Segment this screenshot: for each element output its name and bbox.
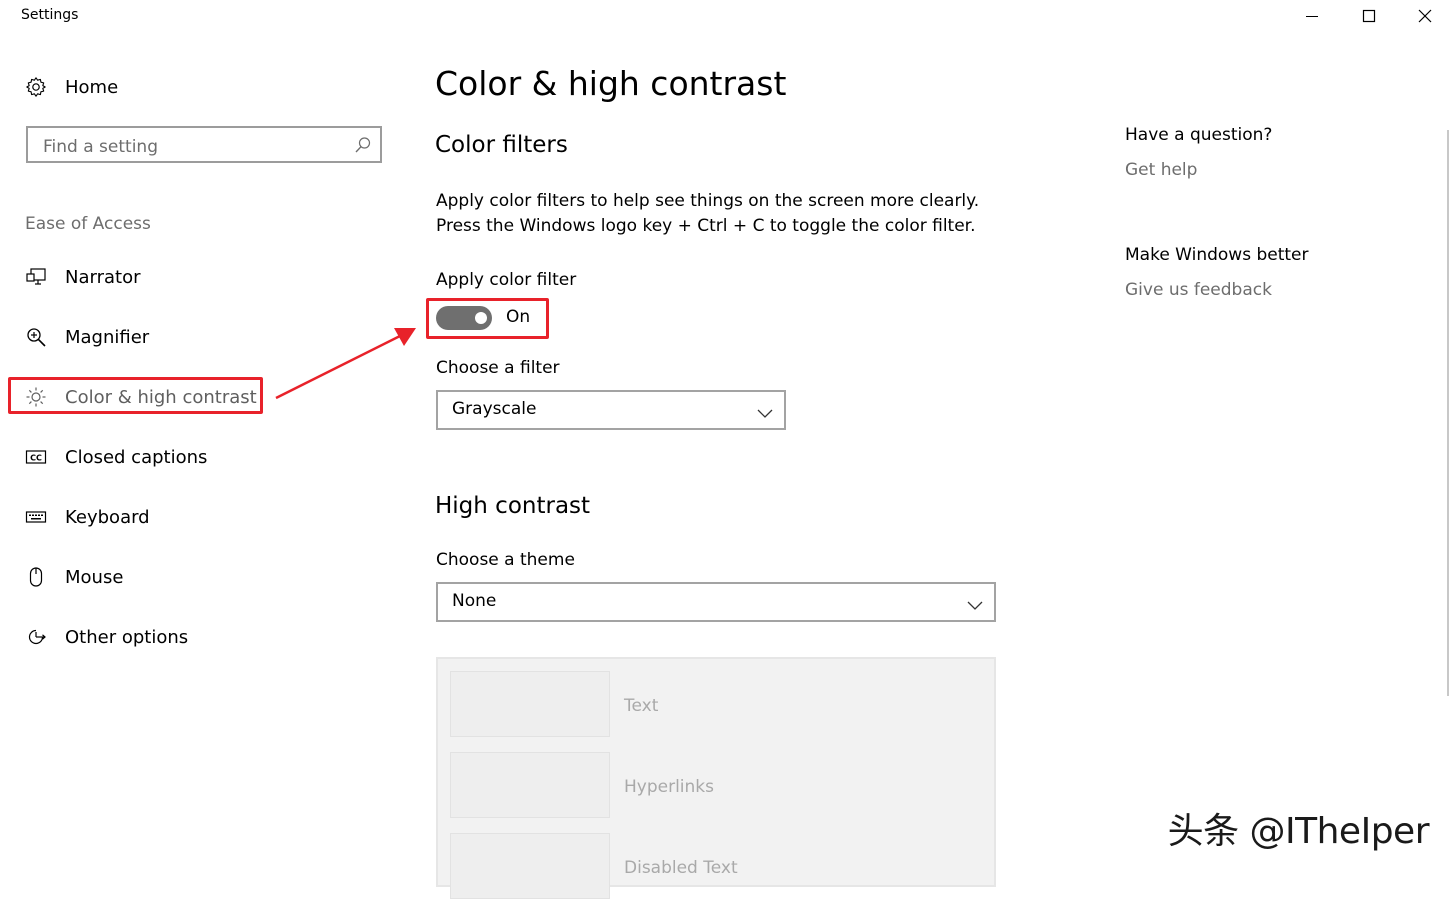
sidebar-item-magnifier[interactable]: Magnifier [24, 322, 149, 352]
page-title: Color & high contrast [435, 64, 787, 103]
annotation-arrow [275, 328, 416, 400]
theme-dropdown[interactable]: None [436, 582, 996, 622]
sidebar-item-mouse[interactable]: Mouse [24, 562, 123, 592]
chevron-down-icon [966, 596, 984, 615]
choose-filter-label: Choose a filter [436, 358, 560, 378]
get-help-link[interactable]: Get help [1125, 160, 1197, 180]
section-label-ease-of-access: Ease of Access [25, 214, 151, 234]
hyperlinks-color-swatch [450, 752, 610, 818]
feedback-heading: Make Windows better [1125, 245, 1309, 265]
question-heading: Have a question? [1125, 125, 1273, 145]
disabled-text-color-swatch [450, 833, 610, 899]
preview-label-text: Text [624, 696, 659, 716]
window-title: Settings [21, 7, 79, 23]
close-icon [1418, 9, 1432, 23]
search-box[interactable] [26, 126, 382, 163]
minimize-button[interactable] [1284, 0, 1340, 32]
sidebar-item-label: Mouse [65, 566, 124, 588]
preview-label-hyperlinks: Hyperlinks [624, 777, 715, 797]
minimize-icon [1306, 16, 1318, 17]
mouse-icon [24, 565, 48, 589]
filter-dropdown[interactable]: Grayscale [436, 390, 786, 430]
other-options-icon [24, 625, 48, 649]
color-filters-heading: Color filters [435, 132, 568, 158]
maximize-icon [1362, 9, 1376, 23]
high-contrast-heading: High contrast [435, 493, 591, 519]
gear-icon [24, 75, 48, 99]
sidebar-item-label: Keyboard [65, 506, 150, 528]
sidebar-item-keyboard[interactable]: Keyboard [24, 502, 150, 532]
sidebar-item-other-options[interactable]: Other options [24, 622, 188, 652]
theme-preview-panel: Text Hyperlinks Disabled Text [436, 657, 996, 899]
watermark: 头条 @ITheIper [1167, 811, 1430, 852]
close-button[interactable] [1397, 0, 1453, 32]
color-filters-description-line2: Press the Windows logo key + Ctrl + C to… [436, 216, 976, 236]
sidebar-item-closed-captions[interactable]: CC Closed captions [24, 442, 207, 472]
apply-color-filter-label: Apply color filter [436, 270, 577, 290]
sidebar-item-label: Magnifier [65, 326, 150, 348]
sidebar-item-label: Other options [65, 626, 189, 648]
search-icon[interactable] [354, 136, 372, 158]
closed-captions-icon: CC [24, 445, 48, 469]
preview-label-disabled-text: Disabled Text [624, 858, 738, 878]
feedback-link[interactable]: Give us feedback [1125, 280, 1272, 300]
search-input[interactable] [41, 134, 345, 160]
svg-text:CC: CC [30, 454, 42, 463]
filter-dropdown-value: Grayscale [452, 399, 537, 419]
maximize-button[interactable] [1341, 0, 1397, 32]
keyboard-icon [24, 505, 48, 529]
theme-dropdown-value: None [452, 591, 497, 611]
annotation-highlight-toggle [426, 298, 549, 339]
text-color-swatch [450, 671, 610, 737]
narrator-icon [24, 265, 48, 289]
scrollbar[interactable] [1447, 130, 1449, 696]
magnifier-icon [24, 325, 48, 349]
chevron-down-icon [756, 404, 774, 423]
annotation-highlight-sidebar [8, 377, 263, 414]
color-filters-description-line1: Apply color filters to help see things o… [436, 191, 980, 211]
sidebar-home-label: Home [65, 76, 119, 98]
choose-theme-label: Choose a theme [436, 550, 575, 570]
sidebar-item-narrator[interactable]: Narrator [24, 262, 140, 292]
sidebar-home[interactable]: Home [24, 72, 118, 102]
sidebar-item-label: Narrator [65, 266, 141, 288]
sidebar-item-label: Closed captions [65, 446, 208, 468]
